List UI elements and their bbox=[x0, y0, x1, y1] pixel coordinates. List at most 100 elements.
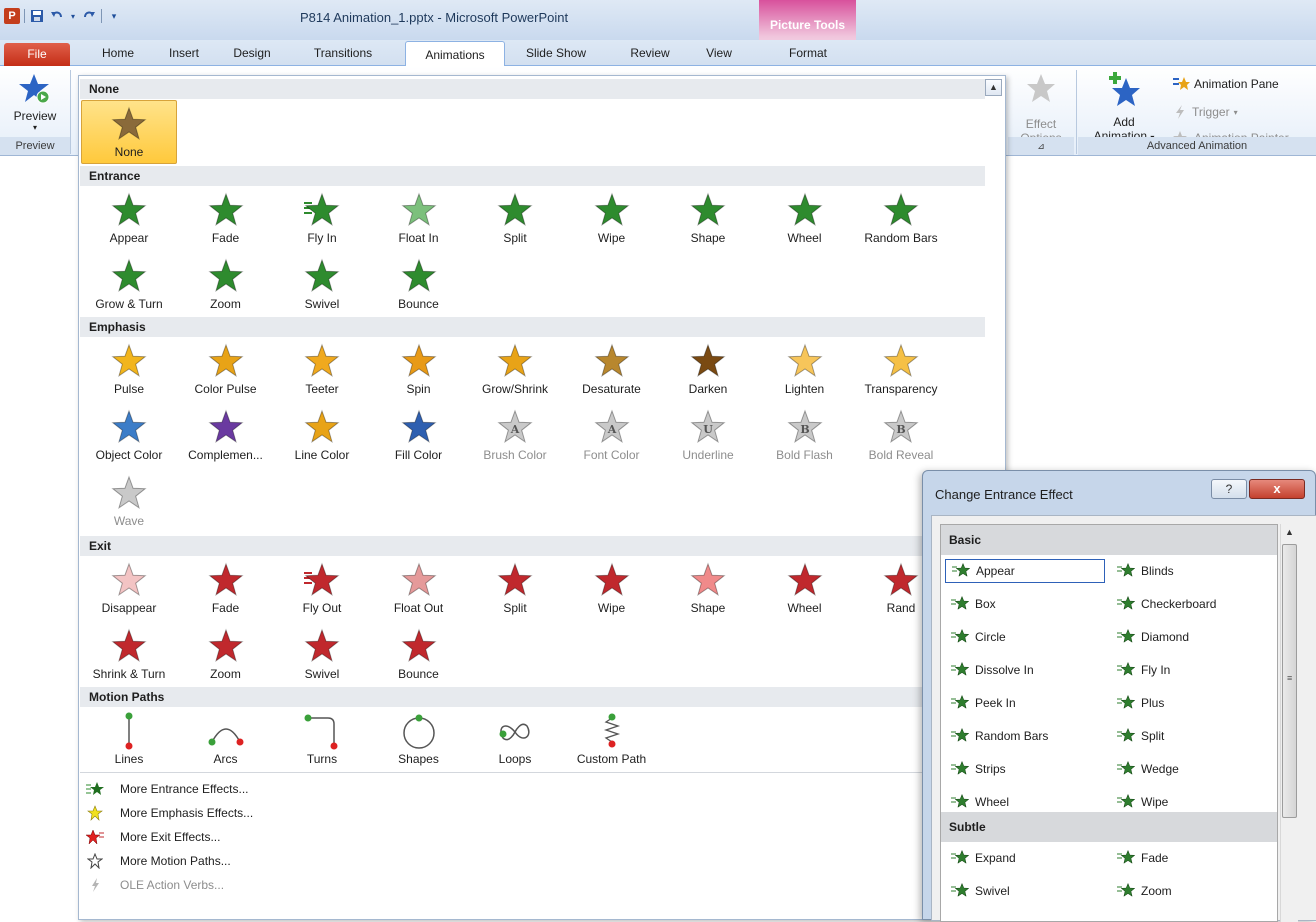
tab-view[interactable]: View bbox=[697, 46, 741, 60]
entrance-fade[interactable]: Fade bbox=[178, 187, 274, 251]
tab-design[interactable]: Design bbox=[226, 46, 278, 60]
basic-effect-blinds[interactable]: Blinds bbox=[1111, 559, 1271, 583]
entrance-float-in[interactable]: Float In bbox=[371, 187, 467, 251]
motion-path-arcs[interactable]: Arcs bbox=[178, 708, 274, 772]
emphasis-brush-color[interactable]: A Brush Color bbox=[467, 404, 563, 468]
undo-dropdown-icon[interactable]: ▾ bbox=[69, 8, 77, 24]
motion-path-turns[interactable]: Turns bbox=[274, 708, 370, 772]
exit-shape[interactable]: Shape bbox=[660, 557, 756, 621]
preview-button[interactable]: Preview ▾ bbox=[4, 72, 66, 138]
exit-swivel[interactable]: Swivel bbox=[274, 623, 370, 687]
subtle-effect-expand[interactable]: Expand bbox=[945, 846, 1105, 870]
scroll-thumb[interactable]: ≡ bbox=[1282, 544, 1297, 818]
emphasis-teeter[interactable]: Teeter bbox=[274, 338, 370, 402]
effect-list-scrollbar[interactable]: ▲ ≡ bbox=[1280, 524, 1298, 922]
dialog-close-button[interactable]: x bbox=[1249, 479, 1305, 499]
entrance-swivel[interactable]: Swivel bbox=[274, 253, 370, 317]
emphasis-line-color[interactable]: Line Color bbox=[274, 404, 370, 468]
emphasis-spin[interactable]: Spin bbox=[371, 338, 467, 402]
basic-effect-diamond[interactable]: Diamond bbox=[1111, 625, 1271, 649]
subtle-effect-swivel[interactable]: Swivel bbox=[945, 879, 1105, 903]
subtle-effect-fade[interactable]: Fade bbox=[1111, 846, 1271, 870]
entrance-bounce[interactable]: Bounce bbox=[371, 253, 467, 317]
basic-effect-split[interactable]: Split bbox=[1111, 724, 1271, 748]
more-entrance-effects-item[interactable]: More Entrance Effects... bbox=[80, 777, 980, 801]
powerpoint-app-icon[interactable]: P bbox=[4, 8, 20, 24]
basic-effect-plus[interactable]: Plus bbox=[1111, 691, 1271, 715]
scroll-up-icon[interactable]: ▲ bbox=[1281, 524, 1298, 541]
customize-qat-icon[interactable]: ▾ bbox=[106, 8, 122, 24]
tab-insert[interactable]: Insert bbox=[160, 46, 208, 60]
emphasis-bold-flash[interactable]: B Bold Flash bbox=[757, 404, 853, 468]
emphasis-color-pulse[interactable]: Color Pulse bbox=[178, 338, 274, 402]
emphasis-desaturate[interactable]: Desaturate bbox=[564, 338, 660, 402]
gallery-scroll-up-icon[interactable]: ▲ bbox=[985, 79, 1002, 96]
emphasis-underline[interactable]: U Underline bbox=[660, 404, 756, 468]
animation-pane-button[interactable]: Animation Pane bbox=[1172, 76, 1279, 92]
tab-home[interactable]: Home bbox=[96, 46, 140, 60]
basic-effect-box[interactable]: Box bbox=[945, 592, 1105, 616]
emphasis-complemen[interactable]: Complemen... bbox=[178, 404, 274, 468]
entrance-shape[interactable]: Shape bbox=[660, 187, 756, 251]
entrance-appear[interactable]: Appear bbox=[81, 187, 177, 251]
exit-wipe[interactable]: Wipe bbox=[564, 557, 660, 621]
entrance-wipe[interactable]: Wipe bbox=[564, 187, 660, 251]
tab-format[interactable]: Format bbox=[776, 46, 840, 60]
emphasis-bold-reveal[interactable]: B Bold Reveal bbox=[853, 404, 949, 468]
emphasis-object-color[interactable]: Object Color bbox=[81, 404, 177, 468]
more-motion-paths-item[interactable]: More Motion Paths... bbox=[80, 849, 980, 873]
basic-effect-peek-in[interactable]: Peek In bbox=[945, 691, 1105, 715]
emphasis-transparency[interactable]: Transparency bbox=[853, 338, 949, 402]
ole-action-verbs-item[interactable]: OLE Action Verbs... bbox=[80, 873, 980, 897]
basic-effect-appear[interactable]: Appear bbox=[945, 559, 1105, 583]
exit-float-out[interactable]: Float Out bbox=[371, 557, 467, 621]
basic-effect-wheel[interactable]: Wheel bbox=[945, 790, 1105, 814]
entrance-wheel[interactable]: Wheel bbox=[757, 187, 853, 251]
dialog-help-button[interactable]: ? bbox=[1211, 479, 1247, 499]
motion-path-custom-path[interactable]: Custom Path bbox=[564, 708, 660, 772]
more-exit-effects-item[interactable]: More Exit Effects... bbox=[80, 825, 980, 849]
basic-effect-checkerboard[interactable]: Checkerboard bbox=[1111, 592, 1271, 616]
subtle-effect-zoom[interactable]: Zoom bbox=[1111, 879, 1271, 903]
emphasis-grow-shrink[interactable]: Grow/Shrink bbox=[467, 338, 563, 402]
exit-bounce[interactable]: Bounce bbox=[371, 623, 467, 687]
entrance-fly-in[interactable]: Fly In bbox=[274, 187, 370, 251]
save-icon[interactable] bbox=[29, 8, 45, 24]
exit-wheel[interactable]: Wheel bbox=[757, 557, 853, 621]
entrance-split[interactable]: Split bbox=[467, 187, 563, 251]
exit-fly-out[interactable]: Fly Out bbox=[274, 557, 370, 621]
emphasis-wave[interactable]: Wave bbox=[81, 470, 177, 534]
exit-shrink-turn[interactable]: Shrink & Turn bbox=[81, 623, 177, 687]
undo-icon[interactable] bbox=[49, 8, 65, 24]
emphasis-lighten[interactable]: Lighten bbox=[757, 338, 853, 402]
emphasis-darken[interactable]: Darken bbox=[660, 338, 756, 402]
basic-effect-circle[interactable]: Circle bbox=[945, 625, 1105, 649]
none-none[interactable]: None bbox=[81, 100, 177, 164]
exit-disappear[interactable]: Disappear bbox=[81, 557, 177, 621]
motion-path-lines[interactable]: Lines bbox=[81, 708, 177, 772]
trigger-button[interactable]: Trigger ▾ bbox=[1172, 104, 1238, 120]
entrance-grow-turn[interactable]: Grow & Turn bbox=[81, 253, 177, 317]
basic-effect-dissolve-in[interactable]: Dissolve In bbox=[945, 658, 1105, 682]
exit-fade[interactable]: Fade bbox=[178, 557, 274, 621]
emphasis-fill-color[interactable]: Fill Color bbox=[371, 404, 467, 468]
exit-split[interactable]: Split bbox=[467, 557, 563, 621]
emphasis-font-color[interactable]: A Font Color bbox=[564, 404, 660, 468]
motion-path-loops[interactable]: Loops bbox=[467, 708, 563, 772]
entrance-random-bars[interactable]: Random Bars bbox=[853, 187, 949, 251]
emphasis-pulse[interactable]: Pulse bbox=[81, 338, 177, 402]
basic-effect-fly-in[interactable]: Fly In bbox=[1111, 658, 1271, 682]
dialog-launcher-icon[interactable]: ⊿ bbox=[1037, 141, 1045, 151]
entrance-zoom[interactable]: Zoom bbox=[178, 253, 274, 317]
redo-icon[interactable] bbox=[81, 8, 97, 24]
basic-effect-random-bars[interactable]: Random Bars bbox=[945, 724, 1105, 748]
tab-transitions[interactable]: Transitions bbox=[302, 46, 384, 60]
tab-file[interactable]: File bbox=[4, 43, 70, 66]
basic-effect-strips[interactable]: Strips bbox=[945, 757, 1105, 781]
tab-slide-show[interactable]: Slide Show bbox=[516, 46, 596, 60]
more-emphasis-effects-item[interactable]: More Emphasis Effects... bbox=[80, 801, 980, 825]
basic-effect-wedge[interactable]: Wedge bbox=[1111, 757, 1271, 781]
exit-zoom[interactable]: Zoom bbox=[178, 623, 274, 687]
basic-effect-wipe[interactable]: Wipe bbox=[1111, 790, 1271, 814]
tab-review[interactable]: Review bbox=[622, 46, 678, 60]
